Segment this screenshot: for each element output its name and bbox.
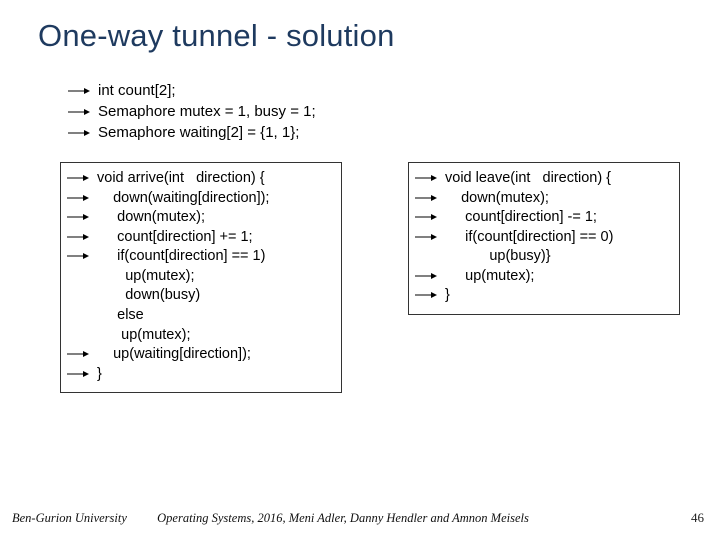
bullet-arrow-icon (67, 345, 97, 359)
code-line: down(waiting[direction]); (97, 189, 269, 209)
bullet-arrow-icon (415, 189, 445, 203)
code-line: void arrive(int direction) { (97, 169, 265, 189)
code-box: void arrive(int direction) { down(waitin… (60, 162, 342, 393)
code-line: down(mutex); (97, 208, 205, 228)
bullet-arrow-icon (67, 228, 97, 242)
declarations: int count[2]; Semaphore mutex = 1, busy … (68, 80, 316, 143)
code-line: else (97, 306, 144, 326)
code-line: up(busy)} (445, 247, 551, 267)
code-line: if(count[direction] == 1) (97, 247, 265, 267)
footer-credit: Operating Systems, 2016, Meni Adler, Dan… (157, 511, 529, 525)
footer: Ben-Gurion University Operating Systems,… (12, 511, 529, 526)
arrive-block: void arrive(int direction) { down(waitin… (60, 162, 342, 393)
code-line: count[direction] -= 1; (445, 208, 597, 228)
bullet-arrow-icon (415, 286, 445, 300)
bullet-arrow-icon (67, 189, 97, 203)
bullet-arrow-icon (68, 128, 98, 138)
decl-line: int count[2]; (68, 80, 316, 101)
decl-line: Semaphore mutex = 1, busy = 1; (68, 101, 316, 122)
page-number: 46 (691, 510, 704, 526)
bullet-arrow-icon (67, 169, 97, 183)
bullet-arrow-icon (68, 107, 98, 117)
code-line: if(count[direction] == 0) (445, 228, 613, 248)
bullet-arrow-icon (67, 208, 97, 222)
code-line: up(mutex); (97, 326, 190, 346)
code-line: count[direction] += 1; (97, 228, 253, 248)
bullet-arrow-icon (415, 267, 445, 281)
bullet-arrow-icon (68, 86, 98, 96)
bullet-arrow-icon (415, 228, 445, 242)
code-line: down(busy) (97, 286, 200, 306)
bullet-arrow-icon (415, 208, 445, 222)
bullet-arrow-icon (67, 247, 97, 261)
slide-title: One-way tunnel - solution (38, 18, 395, 54)
bullet-arrow-icon (67, 365, 97, 379)
code-line: up(mutex); (97, 267, 195, 287)
leave-block: void leave(int direction) { down(mutex);… (408, 162, 680, 315)
footer-university: Ben-Gurion University (12, 511, 154, 526)
decl-text: int count[2]; (98, 82, 176, 99)
decl-line: Semaphore waiting[2] = {1, 1}; (68, 122, 316, 143)
code-line: down(mutex); (445, 189, 549, 209)
bullet-arrow-icon (415, 169, 445, 183)
decl-text: Semaphore mutex = 1, busy = 1; (98, 103, 316, 120)
decl-text: Semaphore waiting[2] = {1, 1}; (98, 124, 299, 141)
code-line: up(waiting[direction]); (97, 345, 251, 365)
code-line: up(mutex); (445, 267, 534, 287)
code-line: } (445, 286, 450, 306)
code-line: void leave(int direction) { (445, 169, 611, 189)
code-line: } (97, 365, 102, 385)
code-box: void leave(int direction) { down(mutex);… (408, 162, 680, 315)
